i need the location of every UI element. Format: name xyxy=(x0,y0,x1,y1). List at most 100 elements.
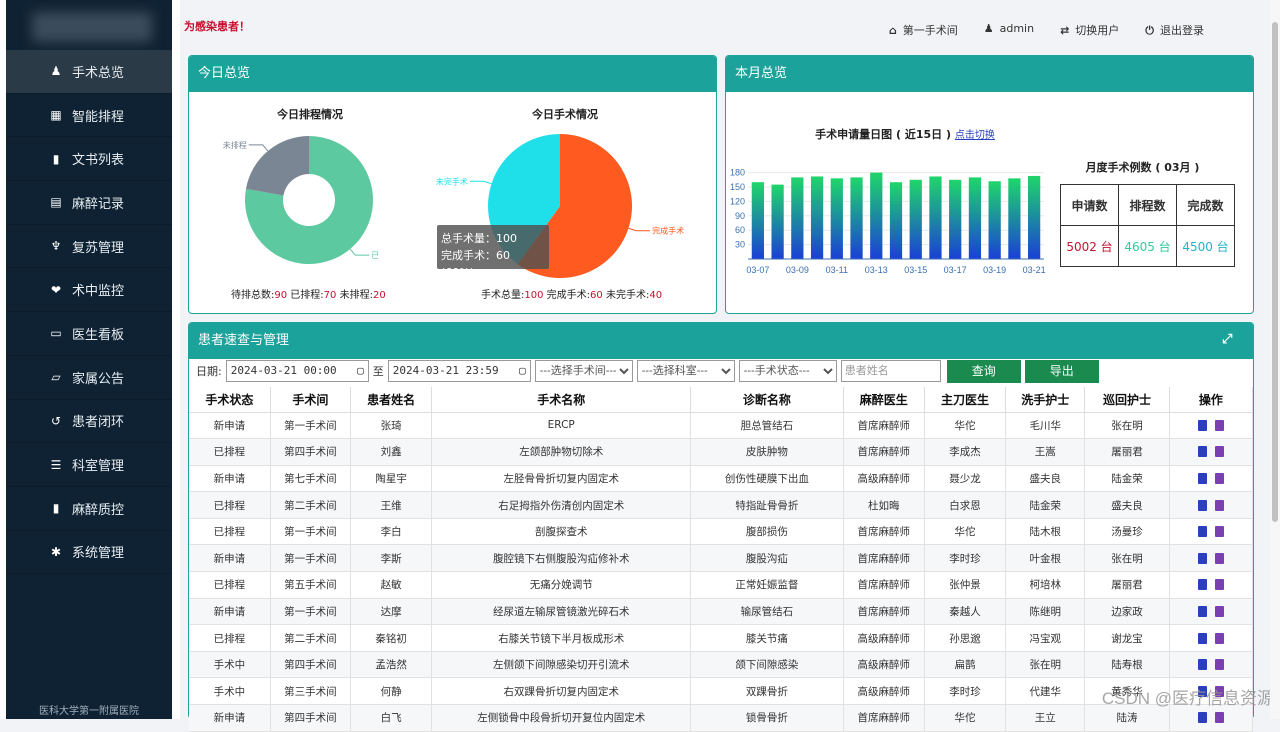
bar-03-10[interactable] xyxy=(811,176,823,259)
table-row[interactable]: 已排程第四手术间刘鑫左颌部肿物切除术皮肤肿物首席麻醉师李成杰王嵩屠丽君 xyxy=(189,439,1253,466)
edit-record-icon[interactable] xyxy=(1215,553,1224,564)
table-cell: 刘鑫 xyxy=(351,439,432,466)
table-cell: 李白 xyxy=(351,518,432,545)
table-cell: 代建华 xyxy=(1006,678,1085,705)
sidebar-item-label: 手术总览 xyxy=(72,62,124,81)
table-cell: 第一手术间 xyxy=(270,598,350,625)
chart-tooltip: 总手术量：100 完成手术：60 (60%) xyxy=(437,225,549,269)
sidebar-item-6[interactable]: ▭医生看板 xyxy=(6,312,172,356)
done-value: 60 xyxy=(590,290,603,301)
dept-select[interactable]: ---选择科室--- xyxy=(637,360,735,382)
export-button[interactable]: 导出 xyxy=(1025,360,1099,383)
table-row[interactable]: 新申请第一手术间李斯腹腔镜下右侧腹股沟疝修补术腹股沟疝首席麻醉师李时珍叶金根张在… xyxy=(189,545,1253,572)
page-scrollbar[interactable] xyxy=(1270,0,1280,719)
expand-icon[interactable]: ⤢ xyxy=(1222,332,1232,347)
query-button[interactable]: 查询 xyxy=(947,360,1021,383)
view-document-icon[interactable] xyxy=(1198,553,1207,564)
bar-03-11[interactable] xyxy=(831,178,843,259)
table-cell: 已排程 xyxy=(189,518,270,545)
table-cell: 华佗 xyxy=(924,518,1005,545)
edit-record-icon[interactable] xyxy=(1215,473,1224,484)
sidebar-item-0[interactable]: ♟手术总览 xyxy=(6,50,172,94)
bar-03-21[interactable] xyxy=(1028,176,1040,259)
date-to-input[interactable]: 2024-03-21 23:59▢ xyxy=(388,360,531,382)
table-cell: 首席麻醉师 xyxy=(843,518,924,545)
sidebar-item-4[interactable]: ♆复苏管理 xyxy=(6,225,172,269)
logout-button[interactable]: ⏻退出登录 xyxy=(1145,22,1204,38)
edit-record-icon[interactable] xyxy=(1215,659,1224,670)
edit-record-icon[interactable] xyxy=(1215,500,1224,511)
view-document-icon[interactable] xyxy=(1198,446,1207,457)
bar-03-18[interactable] xyxy=(969,177,981,259)
bar-03-16[interactable] xyxy=(929,176,941,259)
bar-03-07[interactable] xyxy=(752,182,764,259)
bar-03-09[interactable] xyxy=(791,177,803,259)
scrollbar-thumb[interactable] xyxy=(1272,22,1278,522)
view-document-icon[interactable] xyxy=(1198,473,1207,484)
table-cell: 杜如晦 xyxy=(843,492,924,519)
date-from-input[interactable]: 2024-03-21 00:00▢ xyxy=(226,360,369,382)
table-row[interactable]: 手术中第四手术间孟浩然左侧颌下间隙感染切开引流术颌下间隙感染高级麻醉师扁鹊张在明… xyxy=(189,651,1253,678)
patient-name-input[interactable]: 患者姓名 xyxy=(841,360,941,382)
bar-03-19[interactable] xyxy=(989,181,1001,259)
view-document-icon[interactable] xyxy=(1198,526,1207,537)
status-select[interactable]: ---手术状态--- xyxy=(739,360,837,382)
table-row[interactable]: 已排程第一手术间李白剖腹探查术腹部损伤首席麻醉师华佗陆木根汤曼珍 xyxy=(189,518,1253,545)
edit-record-icon[interactable] xyxy=(1215,446,1224,457)
edit-record-icon[interactable] xyxy=(1215,526,1224,537)
sidebar-item-10[interactable]: ▮麻醉质控 xyxy=(6,487,172,531)
table-cell: 李斯 xyxy=(351,545,432,572)
table-cell: 首席麻醉师 xyxy=(843,598,924,625)
bar-03-17[interactable] xyxy=(949,180,961,259)
table-row[interactable]: 已排程第五手术间赵敏无痛分娩调节正常妊娠监督首席麻醉师张仲景柯培林屠丽君 xyxy=(189,572,1253,599)
room-selector[interactable]: ⌂第一手术间 xyxy=(889,22,958,38)
edit-record-icon[interactable] xyxy=(1215,633,1224,644)
edit-record-icon[interactable] xyxy=(1215,712,1224,723)
table-cell: 达摩 xyxy=(351,598,432,625)
table-row[interactable]: 手术中第三手术间何静右双踝骨折切复内固定术双踝骨折高级麻醉师李时珍代建华黄秀华 xyxy=(189,678,1253,705)
calendar-icon[interactable]: ▢ xyxy=(519,361,526,381)
view-document-icon[interactable] xyxy=(1198,659,1207,670)
view-document-icon[interactable] xyxy=(1198,500,1207,511)
sidebar-item-2[interactable]: ▮文书列表 xyxy=(6,137,172,181)
table-row[interactable]: 新申请第七手术间陶星宇左胫骨骨折切复内固定术创伤性硬膜下出血高级麻醉师聂少龙盛夫… xyxy=(189,465,1253,492)
view-document-icon[interactable] xyxy=(1198,579,1207,590)
bar-03-15[interactable] xyxy=(910,180,922,259)
bar-03-13[interactable] xyxy=(870,173,882,259)
sidebar-item-5[interactable]: ❤术中监控 xyxy=(6,268,172,312)
sidebar-item-9[interactable]: ☰科室管理 xyxy=(6,443,172,487)
bar-03-14[interactable] xyxy=(890,182,902,259)
table-row[interactable]: 新申请第一手术间张琦ERCP胆总管结石首席麻醉师华佗毛川华张在明 xyxy=(189,412,1253,439)
view-document-icon[interactable] xyxy=(1198,606,1207,617)
bar-03-12[interactable] xyxy=(850,177,862,259)
history-icon: ↺ xyxy=(48,414,64,428)
edit-record-icon[interactable] xyxy=(1215,579,1224,590)
calendar-icon[interactable]: ▢ xyxy=(357,361,364,381)
table-row[interactable]: 新申请第一手术间达摩经尿道左输尿管镜激光碎石术输尿管结石首席麻醉师秦越人陈继明边… xyxy=(189,598,1253,625)
table-row[interactable]: 已排程第二手术间秦铭初右膝关节镜下半月板成形术膝关节痛高级麻醉师孙思邈冯宝观谢龙… xyxy=(189,625,1253,652)
sidebar-item-label: 智能排程 xyxy=(72,106,124,125)
sidebar-item-8[interactable]: ↺患者闭环 xyxy=(6,400,172,444)
edit-record-icon[interactable] xyxy=(1215,606,1224,617)
column-header: 患者姓名 xyxy=(351,387,432,412)
edit-record-icon[interactable] xyxy=(1215,420,1224,431)
table-row[interactable]: 新申请第四手术间白飞左侧锁骨中段骨折切开复位内固定术锁骨骨折首席麻醉师华佗王立陆… xyxy=(189,705,1253,732)
sidebar-item-3[interactable]: ▤麻醉记录 xyxy=(6,181,172,225)
bar-03-20[interactable] xyxy=(1008,178,1020,259)
table-row[interactable]: 已排程第二手术间王维右足拇指外伤清创内固定术特指趾骨骨折杜如晦白求恩陆金荣盛夫良 xyxy=(189,492,1253,519)
view-document-icon[interactable] xyxy=(1198,633,1207,644)
table-cell: 创伤性硬膜下出血 xyxy=(691,465,844,492)
user-menu[interactable]: ♟admin xyxy=(984,22,1034,38)
room-select[interactable]: ---选择手术间--- xyxy=(535,360,633,382)
sidebar-item-1[interactable]: ▦智能排程 xyxy=(6,94,172,138)
bar-03-08[interactable] xyxy=(771,185,783,259)
view-document-icon[interactable] xyxy=(1198,712,1207,723)
table-cell: 第一手术间 xyxy=(270,412,350,439)
row-actions xyxy=(1169,545,1252,572)
switch-user-button[interactable]: ⇄切换用户 xyxy=(1060,22,1119,38)
sidebar-item-11[interactable]: ✱系统管理 xyxy=(6,531,172,575)
switch-chart-link[interactable]: 点击切换 xyxy=(955,130,995,141)
sidebar-item-7[interactable]: ▱家属公告 xyxy=(6,356,172,400)
view-document-icon[interactable] xyxy=(1198,420,1207,431)
applied-value: 5002 台 xyxy=(1061,226,1119,267)
